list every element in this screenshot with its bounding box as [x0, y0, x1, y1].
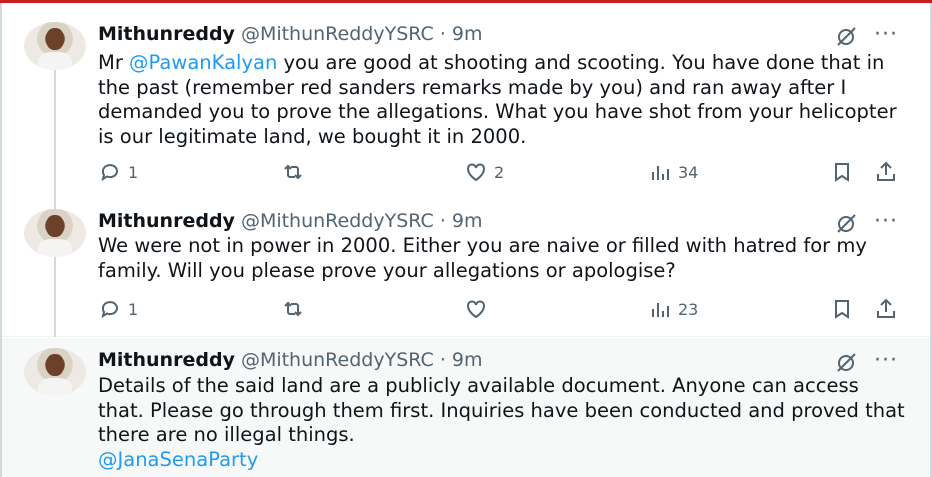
thread-line [54, 60, 56, 201]
share-button[interactable] [874, 160, 898, 184]
reply-button[interactable]: 1 [98, 297, 138, 321]
share-icon [877, 298, 895, 318]
tweet-text: Mr @PawanKalyan you are good at shooting… [98, 51, 910, 149]
author-name[interactable]: Mithunreddy [98, 349, 235, 371]
bookmark-button[interactable] [830, 160, 854, 184]
views-icon [652, 303, 669, 317]
avatar[interactable] [24, 22, 86, 70]
views-button[interactable]: 34 [648, 160, 698, 184]
tweet-header: Mithunreddy @MithunReddyYSRC · 9m [98, 20, 483, 48]
tweet-header: Mithunreddy @MithunReddyYSRC · 9m [98, 207, 483, 235]
action-bar: 1 2 34 [98, 160, 910, 186]
author-handle-time[interactable]: @MithunReddyYSRC · 9m [241, 23, 483, 45]
text-prefix: Mr [98, 51, 130, 74]
author-name[interactable]: Mithunreddy [98, 210, 235, 232]
tweet-text: We were not in power in 2000. Either you… [98, 234, 867, 282]
thread-line [54, 257, 56, 337]
share-button[interactable] [874, 297, 898, 321]
text-main: Details of the said land are a publicly … [98, 374, 905, 446]
mention-link[interactable]: @JanaSenaParty [98, 448, 258, 471]
retweet-icon [284, 164, 302, 180]
thread-line [54, 201, 56, 209]
reply-icon [101, 301, 118, 319]
grok-icon[interactable] [834, 350, 858, 374]
bookmark-icon [835, 300, 849, 319]
grok-icon[interactable] [834, 24, 858, 48]
like-icon [467, 163, 485, 182]
like-icon [467, 300, 485, 319]
retweet-icon [284, 301, 302, 317]
avatar[interactable] [24, 348, 86, 396]
like-button[interactable]: 2 [464, 160, 504, 184]
tweet-2[interactable]: Mithunreddy @MithunReddyYSRC · 9m ··· We… [2, 201, 930, 337]
author-handle-time[interactable]: @MithunReddyYSRC · 9m [241, 349, 483, 371]
views-icon [652, 166, 669, 180]
reply-count: 1 [128, 162, 139, 182]
tweet-3[interactable]: Mithunreddy @MithunReddyYSRC · 9m ··· De… [2, 338, 930, 477]
tweet-1[interactable]: Mithunreddy @MithunReddyYSRC · 9m ··· Mr… [2, 4, 930, 201]
like-button[interactable] [464, 297, 488, 321]
retweet-button[interactable] [281, 160, 311, 184]
author-handle-time[interactable]: @MithunReddyYSRC · 9m [241, 210, 483, 232]
action-bar: 1 23 [98, 297, 910, 323]
author-name[interactable]: Mithunreddy [98, 23, 235, 45]
more-icon[interactable]: ··· [874, 211, 898, 233]
retweet-button[interactable] [281, 297, 305, 321]
bookmark-button[interactable] [830, 297, 854, 321]
like-count: 2 [494, 162, 505, 182]
more-icon[interactable]: ··· [874, 350, 898, 372]
tweet-header: Mithunreddy @MithunReddyYSRC · 9m [98, 346, 483, 374]
reply-button[interactable]: 1 [98, 160, 138, 184]
share-icon [877, 161, 895, 181]
mention-link[interactable]: @PawanKalyan [129, 51, 277, 74]
avatar[interactable] [24, 209, 86, 257]
tweet-text: Details of the said land are a publicly … [98, 374, 910, 472]
reply-count: 1 [128, 299, 139, 319]
grok-icon[interactable] [834, 211, 858, 235]
views-count: 34 [678, 162, 699, 182]
views-button[interactable]: 23 [648, 297, 698, 321]
views-count: 23 [678, 299, 699, 319]
reply-icon [101, 164, 118, 182]
bookmark-icon [835, 163, 849, 182]
more-icon[interactable]: ··· [874, 24, 898, 46]
